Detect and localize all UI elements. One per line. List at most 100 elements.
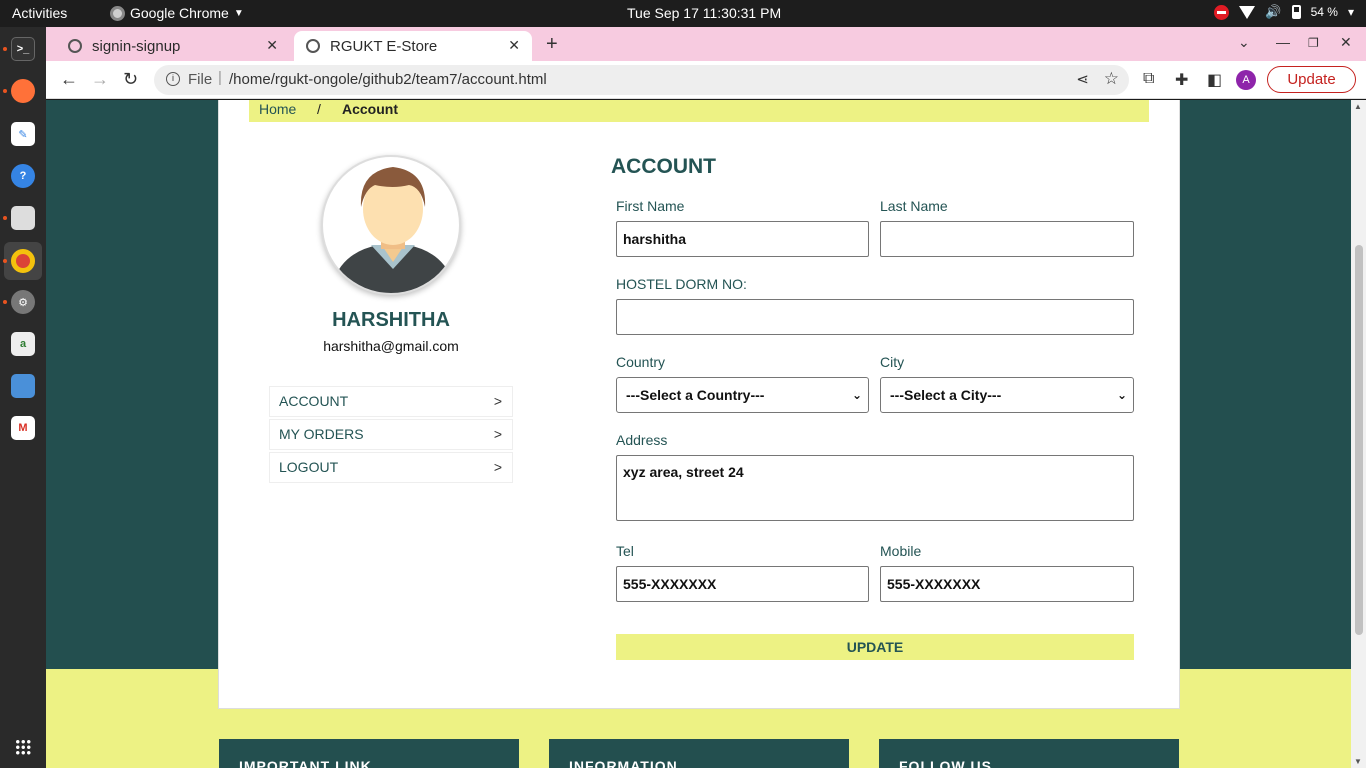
wifi-icon: [1239, 5, 1256, 19]
globe-icon: [306, 39, 320, 53]
form-title: ACCOUNT: [611, 155, 716, 178]
restore-button[interactable]: ❐: [1308, 36, 1319, 50]
power-menu-icon: ▾: [1347, 5, 1354, 19]
terminal-icon[interactable]: >_: [11, 37, 35, 61]
forward-arrow-icon[interactable]: →: [91, 69, 109, 90]
close-tab-icon[interactable]: ✕: [266, 37, 278, 54]
page-scrollbar[interactable]: ▲ ▼: [1351, 100, 1366, 768]
country-label: Country: [616, 354, 666, 370]
scroll-up-arrow-icon[interactable]: ▲: [1354, 102, 1362, 111]
toolbar: ← → ↻ i File | /home/rgukt-ongole/github…: [46, 61, 1366, 99]
chevron-right-icon: >: [493, 393, 502, 409]
side-menu-account[interactable]: ACCOUNT >: [269, 386, 513, 417]
battery-icon: [1291, 5, 1301, 19]
cast-icon[interactable]: ⧉: [1143, 70, 1154, 88]
show-apps-icon[interactable]: [15, 739, 31, 755]
share-icon[interactable]: ⋖: [1076, 70, 1089, 88]
firefox-icon[interactable]: [11, 79, 35, 103]
first-name-field[interactable]: harshitha: [616, 221, 869, 257]
back-arrow-icon[interactable]: ←: [60, 69, 78, 90]
chevron-right-icon: >: [493, 459, 502, 475]
info-icon[interactable]: i: [166, 72, 180, 86]
chrome-update-button[interactable]: Update: [1267, 66, 1356, 93]
account-card: Home / Account HARSHITHA harshitha@gmail…: [218, 100, 1180, 709]
address-bar[interactable]: i File | /home/rgukt-ongole/github2/team…: [154, 65, 1129, 95]
side-menu-logout[interactable]: LOGOUT >: [269, 452, 513, 483]
clock[interactable]: Tue Sep 17 11:30:31 PM: [627, 5, 781, 21]
software-store-icon[interactable]: a: [11, 332, 35, 356]
last-name-field[interactable]: [880, 221, 1134, 257]
side-menu-my-orders[interactable]: MY ORDERS >: [269, 419, 513, 450]
account-side-menu: ACCOUNT > MY ORDERS > LOGOUT >: [269, 386, 513, 485]
footer-heading: FOLLOW US: [899, 758, 992, 768]
profile-avatar[interactable]: A: [1236, 70, 1256, 90]
activities-button[interactable]: Activities: [12, 5, 67, 21]
menu-kebab-icon[interactable]: ⋮: [1359, 70, 1366, 90]
profile-name: HARSHITHA: [332, 309, 450, 331]
country-select-value: ---Select a Country---: [626, 387, 765, 403]
chrome-dock-icon[interactable]: [11, 249, 35, 273]
tab-strip: signin-signup ✕ RGUKT E-Store ✕ + ⌄ — ❐ …: [46, 27, 1366, 61]
city-select[interactable]: ---Select a City--- ⌄: [880, 377, 1134, 413]
dock: >_ ✎ ? ⚙ a M: [0, 27, 46, 768]
footer-information: INFORMATION: [549, 739, 849, 768]
running-indicator: [3, 300, 7, 304]
address-label: Address: [616, 432, 668, 448]
scrollbar-thumb[interactable]: [1355, 245, 1363, 635]
tab-signin-signup[interactable]: signin-signup ✕: [56, 31, 290, 61]
running-indicator: [3, 259, 7, 263]
app-menu[interactable]: Google Chrome ▼: [110, 5, 244, 21]
close-tab-icon[interactable]: ✕: [508, 37, 520, 54]
country-select[interactable]: ---Select a Country--- ⌄: [616, 377, 869, 413]
minimize-button[interactable]: —: [1276, 34, 1290, 50]
footer-heading: IMPORTANT LINK: [239, 758, 372, 768]
files-icon[interactable]: [11, 206, 35, 230]
settings-icon[interactable]: ⚙: [11, 290, 35, 314]
breadcrumb: Home / Account: [249, 100, 1149, 122]
running-indicator: [3, 89, 7, 93]
browser-window: signin-signup ✕ RGUKT E-Store ✕ + ⌄ — ❐ …: [46, 27, 1366, 768]
breadcrumb-separator: /: [317, 101, 321, 117]
breadcrumb-home-link[interactable]: Home: [259, 101, 296, 117]
close-window-button[interactable]: ✕: [1340, 34, 1352, 51]
caret-down-icon: ▼: [233, 7, 244, 19]
bookmark-star-icon[interactable]: ☆: [1104, 69, 1119, 89]
user-avatar-icon: [333, 167, 453, 293]
update-button[interactable]: UPDATE: [616, 634, 1134, 660]
page-viewport: Home / Account HARSHITHA harshitha@gmail…: [46, 100, 1366, 768]
new-tab-button[interactable]: +: [546, 33, 558, 56]
side-menu-label: MY ORDERS: [279, 426, 364, 442]
virtualbox-icon[interactable]: [11, 374, 35, 398]
chrome-icon: [110, 5, 125, 21]
address-field[interactable]: xyz area, street 24: [616, 455, 1134, 521]
reload-icon[interactable]: ↻: [123, 69, 138, 90]
footer-important-links: IMPORTANT LINK: [219, 739, 519, 768]
tab-search-icon[interactable]: ⌄: [1238, 34, 1250, 51]
running-indicator: [3, 216, 7, 220]
chevron-down-icon: ⌄: [851, 388, 862, 402]
system-tray[interactable]: 🔊 54 % ▾: [1214, 4, 1354, 20]
mobile-field[interactable]: 555-XXXXXXX: [880, 566, 1134, 602]
side-menu-label: LOGOUT: [279, 459, 339, 475]
help-icon[interactable]: ?: [11, 164, 35, 188]
profile-email: harshitha@gmail.com: [323, 338, 459, 354]
scroll-down-arrow-icon[interactable]: ▼: [1354, 757, 1362, 766]
globe-icon: [68, 39, 82, 53]
hostel-dorm-field[interactable]: [616, 299, 1134, 335]
do-not-disturb-icon: [1214, 4, 1230, 20]
tab-title: RGUKT E-Store: [330, 37, 438, 55]
url-text[interactable]: /home/rgukt-ongole/github2/team7/account…: [229, 71, 547, 88]
extensions-puzzle-icon[interactable]: ✚: [1175, 70, 1188, 90]
tab-rgukt-estore[interactable]: RGUKT E-Store ✕: [294, 31, 532, 61]
url-scheme: File: [188, 71, 213, 88]
battery-percent: 54 %: [1310, 5, 1338, 19]
footer-follow-us: FOLLOW US: [879, 739, 1179, 768]
profile-avatar-image: [321, 155, 461, 295]
tel-field[interactable]: 555-XXXXXXX: [616, 566, 869, 602]
city-select-value: ---Select a City---: [890, 387, 1002, 403]
text-editor-icon[interactable]: ✎: [11, 122, 35, 146]
side-panel-icon[interactable]: ◧: [1207, 70, 1222, 90]
app-menu-label: Google Chrome: [130, 5, 229, 21]
first-name-label: First Name: [616, 198, 685, 214]
gmail-icon[interactable]: M: [11, 416, 35, 440]
